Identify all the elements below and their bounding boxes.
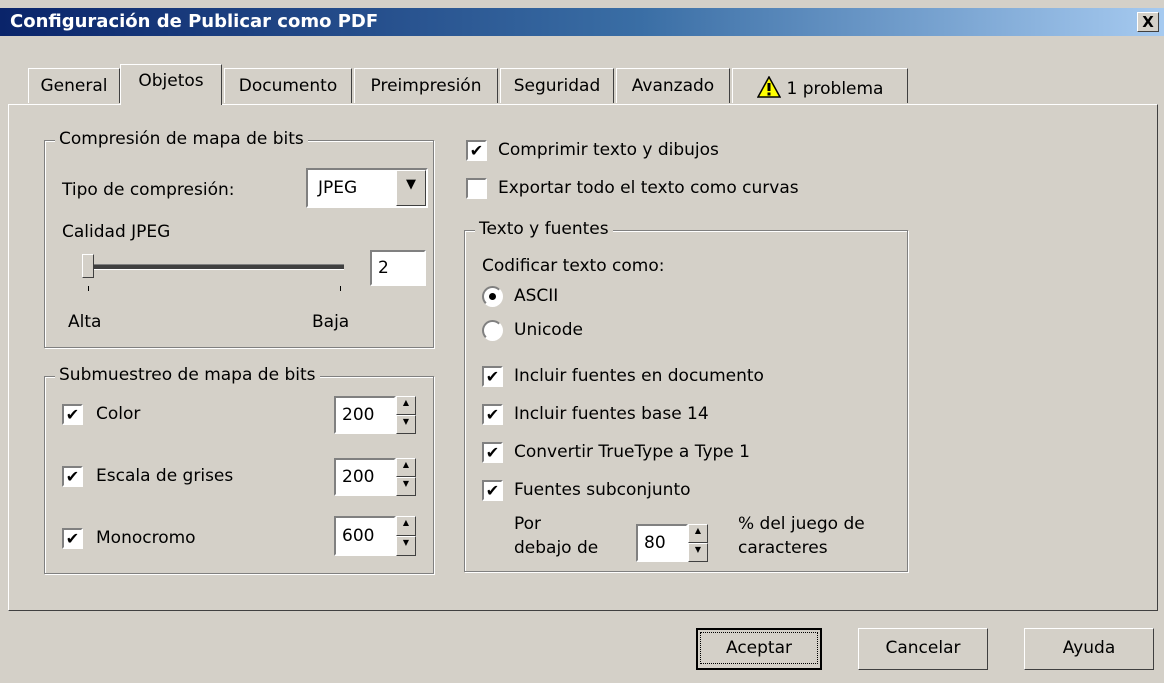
grayscale-checkbox[interactable]: ✔ (62, 466, 83, 487)
window-title: Configuración de Publicar como PDF (10, 11, 379, 32)
tab-problema[interactable]: 1 problema (732, 68, 908, 103)
export-curves-checkbox[interactable] (466, 178, 487, 199)
truetype-checkbox[interactable]: ✔ (482, 442, 503, 463)
color-label: Color (96, 404, 141, 424)
slider-max-label: Baja (312, 312, 350, 332)
spin-up-icon[interactable]: ▲ (688, 524, 708, 543)
below-label-line2: debajo de (514, 538, 599, 558)
base14-label: Incluir fuentes base 14 (514, 404, 709, 424)
subset-threshold-stepper[interactable]: ▲ ▼ (688, 524, 708, 562)
truetype-label: Convertir TrueType a Type 1 (514, 442, 750, 462)
monochrome-label: Monocromo (96, 528, 196, 548)
help-button[interactable]: Ayuda (1024, 628, 1154, 670)
unicode-radio[interactable] (482, 320, 503, 341)
group-label: Compresión de mapa de bits (55, 129, 308, 149)
ok-button-label: Aceptar (700, 632, 818, 664)
subset-checkbox[interactable]: ✔ (482, 480, 503, 501)
jpeg-quality-slider-track[interactable] (86, 264, 344, 270)
tab-avanzado[interactable]: Avanzado (616, 68, 730, 103)
spin-up-icon[interactable]: ▲ (396, 458, 416, 477)
below-label-line1: Por (514, 514, 542, 534)
compression-type-label: Tipo de compresión: (62, 180, 235, 200)
slider-tick (340, 286, 341, 291)
tab-seguridad[interactable]: Seguridad (500, 68, 614, 103)
close-icon: X (1142, 13, 1154, 31)
tab-general[interactable]: General (28, 68, 120, 103)
include-fonts-checkbox[interactable]: ✔ (482, 366, 503, 387)
tab-preimpresion[interactable]: Preimpresión (354, 68, 498, 103)
monochrome-dpi-stepper[interactable]: ▲ ▼ (396, 516, 416, 556)
tab-problema-label: 1 problema (786, 79, 884, 99)
jpeg-quality-slider-thumb[interactable] (82, 254, 94, 278)
spin-up-icon[interactable]: ▲ (396, 516, 416, 536)
warning-icon (756, 76, 781, 98)
subset-label: Fuentes subconjunto (514, 480, 691, 500)
slider-tick (88, 286, 89, 291)
color-dpi-input[interactable]: 200 (334, 396, 396, 434)
spin-down-icon[interactable]: ▼ (396, 415, 416, 434)
ascii-label: ASCII (514, 286, 559, 306)
compression-type-value: JPEG (318, 178, 358, 198)
grayscale-dpi-input[interactable]: 200 (334, 458, 396, 496)
include-fonts-label: Incluir fuentes en documento (514, 366, 764, 386)
export-curves-label: Exportar todo el texto como curvas (498, 178, 799, 198)
spin-down-icon[interactable]: ▼ (688, 543, 708, 562)
jpeg-quality-input[interactable]: 2 (370, 250, 426, 286)
radio-dot (489, 293, 496, 300)
spin-up-icon[interactable]: ▲ (396, 396, 416, 415)
color-checkbox[interactable]: ✔ (62, 404, 83, 425)
tab-objetos[interactable]: Objetos (120, 64, 222, 105)
ascii-radio[interactable] (482, 286, 503, 307)
title-bar: Configuración de Publicar como PDF X (0, 8, 1164, 36)
compress-text-checkbox[interactable]: ✔ (466, 140, 487, 161)
jpeg-quality-label: Calidad JPEG (62, 222, 171, 242)
cancel-button[interactable]: Cancelar (858, 628, 988, 670)
group-label: Submuestreo de mapa de bits (55, 365, 320, 385)
grayscale-label: Escala de grises (96, 466, 234, 486)
percent-label-line2: caracteres (738, 538, 828, 558)
encode-label: Codificar texto como: (482, 256, 665, 276)
close-button[interactable]: X (1137, 12, 1159, 32)
ok-button[interactable]: Aceptar (696, 628, 822, 670)
tab-documento[interactable]: Documento (224, 68, 352, 103)
percent-label-line1: % del juego de (738, 514, 865, 534)
monochrome-checkbox[interactable]: ✔ (62, 528, 83, 549)
compression-type-select[interactable]: JPEG ▼ (306, 168, 428, 208)
chevron-down-icon[interactable]: ▼ (396, 170, 426, 206)
monochrome-dpi-input[interactable]: 600 (334, 516, 396, 556)
group-label: Texto y fuentes (475, 219, 613, 239)
spin-down-icon[interactable]: ▼ (396, 536, 416, 556)
grayscale-dpi-stepper[interactable]: ▲ ▼ (396, 458, 416, 496)
base14-checkbox[interactable]: ✔ (482, 404, 503, 425)
color-dpi-stepper[interactable]: ▲ ▼ (396, 396, 416, 434)
subset-threshold-input[interactable]: 80 (636, 524, 688, 562)
compress-text-label: Comprimir texto y dibujos (498, 140, 719, 160)
spin-down-icon[interactable]: ▼ (396, 477, 416, 496)
unicode-label: Unicode (514, 320, 583, 340)
slider-min-label: Alta (68, 312, 102, 332)
